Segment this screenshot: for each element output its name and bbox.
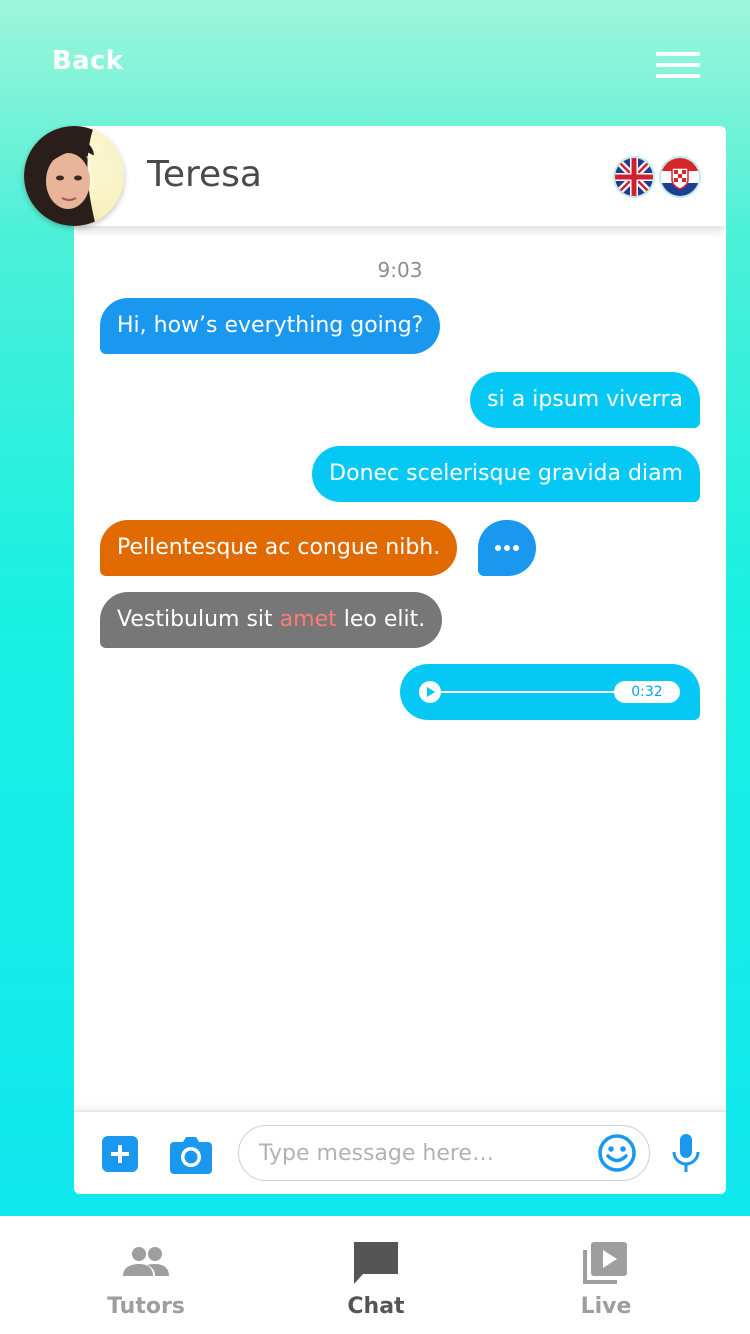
message-incoming[interactable]: Vestibulum sit amet leo elit.	[100, 592, 443, 648]
tab-label: Live	[580, 1294, 632, 1319]
tab-tutors[interactable]: Tutors	[71, 1216, 221, 1334]
composer-bar	[74, 1110, 726, 1194]
audio-progress-track[interactable]	[440, 691, 620, 693]
smiley-icon[interactable]	[597, 1133, 637, 1173]
croatia-flag-icon[interactable]	[661, 158, 699, 196]
contact-name: Teresa	[147, 154, 262, 195]
message-input[interactable]	[259, 1138, 589, 1168]
message-text: Vestibulum sit	[117, 607, 280, 632]
hamburger-menu-icon[interactable]	[656, 52, 700, 78]
highlighted-word[interactable]: amet	[280, 607, 337, 632]
chat-header: Teresa	[74, 126, 726, 226]
people-icon	[121, 1238, 171, 1288]
tab-label: Tutors	[107, 1294, 185, 1319]
play-icon[interactable]	[419, 681, 441, 703]
bottom-tab-bar: Tutors Chat Live	[0, 1216, 750, 1334]
message-outgoing[interactable]: Donec scelerisque gravida diam	[312, 446, 700, 502]
message-input-container	[238, 1125, 650, 1181]
message-timestamp: 9:03	[377, 258, 423, 282]
audio-duration: 0:32	[614, 681, 680, 703]
chat-bubble-icon	[351, 1238, 401, 1288]
audio-message[interactable]: 0:32	[400, 664, 700, 720]
camera-icon[interactable]	[170, 1134, 212, 1174]
tab-live[interactable]: Live	[531, 1216, 681, 1334]
message-text: leo elit.	[336, 607, 426, 632]
typing-indicator[interactable]	[478, 520, 536, 576]
microphone-icon[interactable]	[671, 1134, 701, 1174]
top-bar: Back	[0, 0, 750, 126]
message-incoming[interactable]: Hi, how’s everything going?	[100, 298, 441, 354]
uk-flag-icon[interactable]	[615, 158, 653, 196]
message-outgoing[interactable]: si a ipsum viverra	[470, 372, 700, 428]
message-incoming[interactable]: Pellentesque ac congue nibh.	[100, 520, 458, 576]
avatar[interactable]	[24, 126, 124, 226]
back-button[interactable]: Back	[52, 46, 123, 76]
chat-panel: Teresa 9:03 Hi, how’s everything going? …	[74, 126, 726, 1194]
tab-chat[interactable]: Chat	[301, 1216, 451, 1334]
tab-label: Chat	[347, 1294, 405, 1319]
video-library-icon	[581, 1238, 631, 1288]
plus-icon[interactable]	[102, 1136, 138, 1172]
